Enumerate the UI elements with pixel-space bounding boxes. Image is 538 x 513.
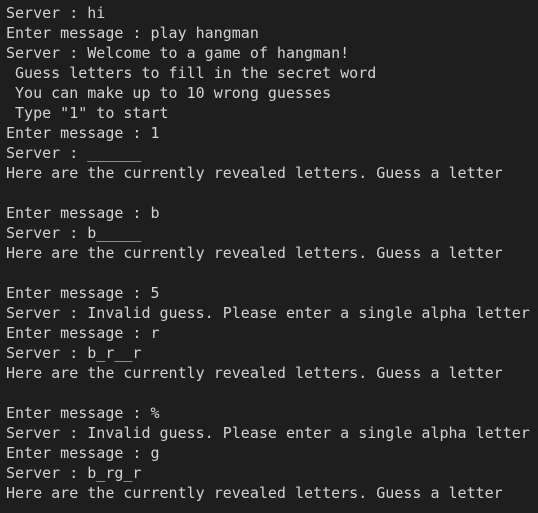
- terminal-line: Server : Invalid guess. Please enter a s…: [6, 304, 530, 322]
- terminal-line: Enter message : 1: [6, 124, 160, 142]
- terminal-line: Enter message : 5: [6, 284, 160, 302]
- terminal-line: Type "1" to start: [6, 104, 169, 122]
- terminal-line: Here are the currently revealed letters.…: [6, 164, 503, 182]
- terminal-line: Enter message : play hangman: [6, 24, 259, 42]
- terminal-line: Enter message : b: [6, 204, 160, 222]
- terminal-line: Here are the currently revealed letters.…: [6, 244, 503, 262]
- terminal-line: Server : b_rg_r: [6, 464, 142, 482]
- terminal-line: Guess letters to fill in the secret word: [6, 64, 377, 82]
- terminal-line: Enter message : g: [6, 444, 160, 462]
- terminal-line: Enter message : r: [6, 324, 160, 342]
- terminal-line: Server : Invalid guess. Please enter a s…: [6, 424, 530, 442]
- terminal-line: Server : Welcome to a game of hangman!: [6, 44, 350, 62]
- terminal-line: You can make up to 10 wrong guesses: [6, 84, 332, 102]
- terminal-line: Enter message : %: [6, 404, 160, 422]
- terminal-line: Here are the currently revealed letters.…: [6, 484, 503, 502]
- terminal-output[interactable]: Server : hi Enter message : play hangman…: [0, 0, 538, 513]
- terminal-line: Server : hi: [6, 4, 106, 22]
- terminal-line: Server : ______: [6, 144, 142, 162]
- terminal-line: Server : b_r__r: [6, 344, 142, 362]
- terminal-line: Here are the currently revealed letters.…: [6, 364, 503, 382]
- terminal-line: Server : b_____: [6, 224, 142, 242]
